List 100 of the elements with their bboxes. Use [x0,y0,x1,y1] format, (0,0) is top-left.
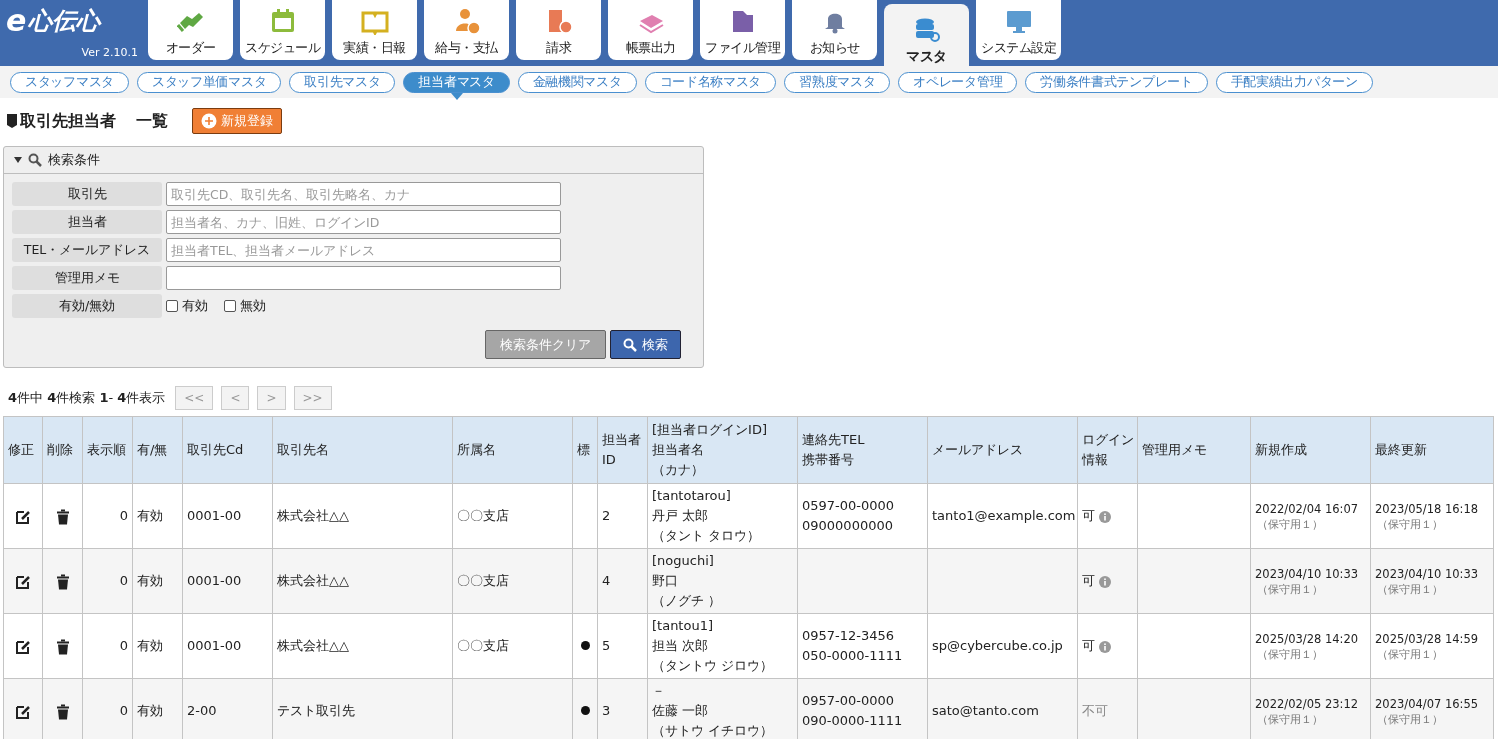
edit-icon[interactable] [15,703,31,720]
flag-dot [580,706,590,715]
sub-tab[interactable]: スタッフ単価マスタ [136,71,282,93]
checkbox[interactable] [224,300,236,312]
edit-icon[interactable] [15,508,31,525]
table-cell: 〇〇支店 [452,548,573,614]
nav-tab[interactable]: システム設定 [976,0,1061,60]
table-cell: 2022/02/05 23:12 （保守用１） [1250,678,1371,739]
table-cell: tanto1@example.com [927,483,1078,549]
column-header: 有/無 [132,416,183,484]
column-header: 削除 [42,416,83,484]
checkbox[interactable] [166,300,178,312]
version-label: Ver 2.10.1 [81,46,138,59]
sub-tab[interactable]: オペレータ管理 [898,71,1018,93]
nav-tab[interactable]: 給与・支払 [424,0,509,60]
login-status: 可 [1082,573,1095,588]
sub-tab[interactable]: 手配実績出力パターン [1215,71,1373,93]
trash-icon[interactable] [54,703,71,720]
table-cell: 有効 [132,483,183,549]
collapse-icon[interactable] [14,157,22,163]
field-label: TEL・メールアドレス [12,238,162,262]
table-cell: 有効 [132,548,183,614]
panel-title: 検索条件 [48,151,100,169]
sub-tab[interactable]: 労働条件書式テンプレート [1025,71,1208,93]
sub-tab[interactable]: 取引先マスタ [289,71,396,93]
table-cell: sato@tanto.com [927,678,1078,739]
table-cell: sp@cybercube.co.jp [927,613,1078,679]
table-cell: [noguchi] 野口 （ノグチ ） [647,548,798,614]
nav-tab[interactable]: 請求 [516,0,601,60]
new-button[interactable]: 新規登録 [192,108,282,134]
sub-tab[interactable]: スタッフマスタ [10,71,129,93]
table-cell: 5 [597,613,648,679]
sub-tab[interactable]: 金融機関マスタ [517,71,637,93]
column-header: 最終更新 [1370,416,1494,484]
logo-letter: e [6,4,27,38]
table-cell: 2025/03/28 14:20 （保守用１） [1250,613,1371,679]
edit-icon[interactable] [15,638,31,655]
column-header: メールアドレス [927,416,1078,484]
field-label: 管理用メモ [12,266,162,290]
table-cell: 0001-00 [182,613,273,679]
table-cell: 0 [82,678,133,739]
shield-icon [6,113,18,129]
table-cell: 0001-00 [182,548,273,614]
table-cell: 株式会社△△ [272,613,453,679]
nav-tab[interactable]: オーダー [148,0,233,60]
table-cell: 0 [82,613,133,679]
column-header: 取引先Cd [182,416,273,484]
field-label: 有効/無効 [12,294,162,318]
table-cell: 2023/04/07 16:55 （保守用１） [1370,678,1494,739]
nav-tab[interactable]: ファイル管理 [700,0,785,60]
column-header: [担当者ログインID] 担当者名 （カナ） [647,416,798,484]
result-summary: 4件中 4件検索 1- 4件表示 [8,389,166,407]
table-cell: テスト取引先 [272,678,453,739]
clear-button[interactable]: 検索条件クリア [485,330,606,359]
table-cell: 0 [82,548,133,614]
checkbox-label: 有効 [182,297,208,315]
input-field[interactable]: 取引先CD、取引先名、取引先略名、カナ [166,182,561,206]
input-field[interactable]: 担当者TEL、担当者メールアドレス [166,238,561,262]
info-icon[interactable] [1099,510,1111,523]
table-cell: － 佐藤 一郎 （サトウ イチロウ） [647,678,798,739]
table-cell: 有効 [132,678,183,739]
nav-tab[interactable]: マスタ [884,4,969,66]
column-header: 修正 [3,416,43,484]
info-icon[interactable] [1099,575,1111,588]
table-cell: 2023/05/18 16:18 （保守用１） [1370,483,1494,549]
trash-icon[interactable] [54,508,71,525]
table-cell: 〇〇支店 [452,613,573,679]
table-cell: 〇〇支店 [452,483,573,549]
input-field[interactable] [166,266,561,290]
trash-icon[interactable] [54,638,71,655]
info-icon[interactable] [1099,640,1111,653]
table-cell: 株式会社△△ [272,548,453,614]
column-header: 新規作成 [1250,416,1371,484]
input-field[interactable]: 担当者名、カナ、旧姓、ログインID [166,210,561,234]
column-header: 表示順 [82,416,133,484]
table-cell: 2-00 [182,678,273,739]
login-status: 可 [1082,508,1095,523]
checkbox-label: 無効 [240,297,266,315]
nav-tab[interactable]: 帳票出力 [608,0,693,60]
nav-tab[interactable]: お知らせ [792,0,877,60]
plus-icon [201,113,217,129]
field-label: 担当者 [12,210,162,234]
search-button[interactable]: 検索 [610,330,681,359]
table-cell: 有効 [132,613,183,679]
sub-tab[interactable]: コード名称マスタ [644,71,777,93]
table-cell: 2025/03/28 14:59 （保守用１） [1370,613,1494,679]
page-subtitle: 一覧 [136,110,168,132]
table-cell: 0957-00-0000 090-0000-1111 [797,678,928,739]
nav-tab[interactable]: スケジュール [240,0,325,60]
table-cell: 0 [82,483,133,549]
nav-tab[interactable]: 実績・日報 [332,0,417,60]
table-cell: 0001-00 [182,483,273,549]
flag-dot [580,641,590,650]
sub-tab[interactable]: 担当者マスタ [403,71,510,93]
login-status: 可 [1082,638,1095,653]
page-title: 取引先担当者 [20,110,116,132]
edit-icon[interactable] [15,573,31,590]
trash-icon[interactable] [54,573,71,590]
column-header: ログイン 情報 [1077,416,1138,484]
sub-tab[interactable]: 習熟度マスタ [784,71,891,93]
